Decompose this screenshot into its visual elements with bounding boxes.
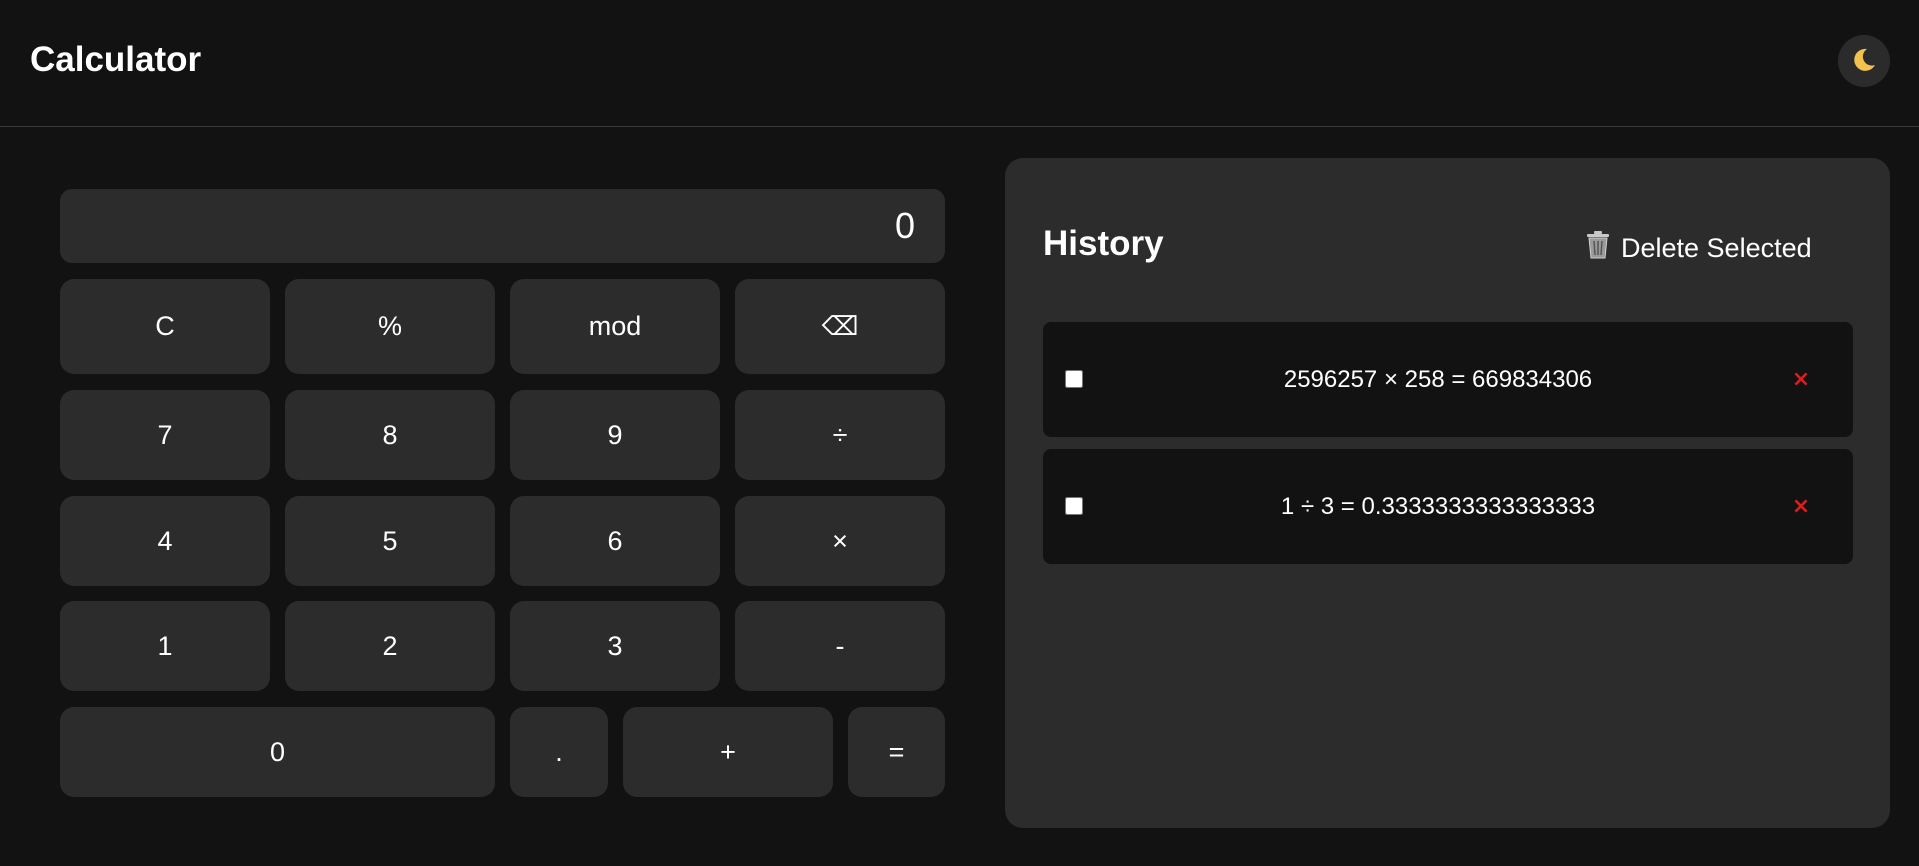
clear-button[interactable]: C	[60, 279, 270, 374]
history-panel: History Delete Selected 2596257 × 258 = …	[1005, 158, 1890, 828]
equals-button[interactable]: =	[848, 707, 945, 797]
mod-button[interactable]: mod	[510, 279, 720, 374]
backspace-button[interactable]: ⌫	[735, 279, 945, 374]
close-icon: ×	[1791, 493, 1811, 519]
digit-0-button[interactable]: 0	[60, 707, 495, 797]
backspace-icon: ⌫	[821, 311, 859, 342]
calculator: 0	[60, 189, 945, 263]
digit-7-button[interactable]: 7	[60, 390, 270, 480]
delete-selected-label: Delete Selected	[1621, 232, 1812, 263]
decimal-button[interactable]: .	[510, 707, 608, 797]
display-value: 0	[894, 205, 915, 246]
app-title: Calculator	[30, 40, 202, 79]
history-item-expression: 2596257 × 258 = 669834306	[1283, 365, 1593, 393]
history-item: 2596257 × 258 = 669834306 ×	[1043, 322, 1853, 437]
top-bar: Calculator	[0, 0, 1919, 127]
history-item-checkbox[interactable]	[1065, 497, 1083, 515]
history-item-checkbox[interactable]	[1065, 370, 1083, 388]
digit-4-button[interactable]: 4	[60, 496, 270, 586]
history-title: History	[1043, 224, 1164, 263]
digit-2-button[interactable]: 2	[285, 601, 495, 691]
plus-button[interactable]: +	[623, 707, 833, 797]
delete-selected-button[interactable]: Delete Selected	[1585, 230, 1812, 266]
digit-1-button[interactable]: 1	[60, 601, 270, 691]
trash-icon	[1585, 230, 1611, 267]
history-item: 1 ÷ 3 = 0.3333333333333333 ×	[1043, 449, 1853, 564]
digit-5-button[interactable]: 5	[285, 496, 495, 586]
remove-history-item-button[interactable]: ×	[1788, 366, 1814, 392]
digit-8-button[interactable]: 8	[285, 390, 495, 480]
remove-history-item-button[interactable]: ×	[1788, 493, 1814, 519]
theme-toggle-button[interactable]	[1838, 35, 1890, 87]
multiply-button[interactable]: ×	[735, 496, 945, 586]
digit-9-button[interactable]: 9	[510, 390, 720, 480]
close-icon: ×	[1791, 366, 1811, 392]
divide-button[interactable]: ÷	[735, 390, 945, 480]
calculator-display: 0	[60, 189, 945, 263]
percent-button[interactable]: %	[285, 279, 495, 374]
minus-button[interactable]: -	[735, 601, 945, 691]
digit-3-button[interactable]: 3	[510, 601, 720, 691]
moon-icon	[1850, 46, 1878, 77]
history-item-expression: 1 ÷ 3 = 0.3333333333333333	[1280, 492, 1596, 520]
digit-6-button[interactable]: 6	[510, 496, 720, 586]
